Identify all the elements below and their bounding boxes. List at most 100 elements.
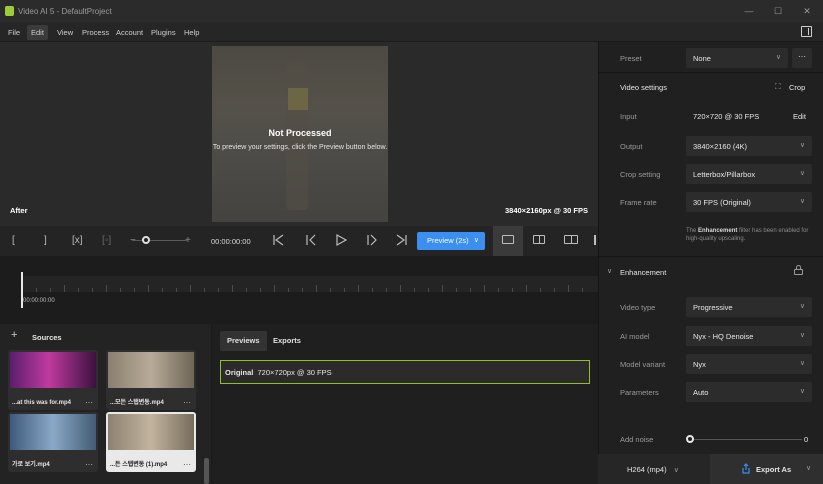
side-by-side-view-icon[interactable] xyxy=(564,235,578,244)
more-options-icon[interactable]: ··· xyxy=(85,398,93,407)
chevron-down-icon: ∨ xyxy=(799,142,805,149)
output-select[interactable]: 3840×2160 (4K) ∨ xyxy=(686,136,812,156)
not-processed-title: Not Processed xyxy=(268,128,332,138)
zoom-out-button[interactable]: − xyxy=(130,234,136,248)
menu-help[interactable]: Help xyxy=(180,25,203,40)
video-type-select[interactable]: Progressive ∨ xyxy=(686,297,812,317)
enhancement-title: Enhancement xyxy=(620,268,667,277)
frame-rate-select[interactable]: 30 FPS (Original) ∨ xyxy=(686,192,812,212)
mark-segment-button[interactable]: [◦] xyxy=(102,234,111,248)
add-source-button[interactable]: + xyxy=(11,329,17,341)
source-thumbnail xyxy=(108,414,194,450)
single-view-icon xyxy=(502,235,514,244)
maximize-button[interactable]: ☐ xyxy=(771,5,785,17)
crop-setting-label: Crop setting xyxy=(620,170,661,179)
menu-file[interactable]: File xyxy=(4,25,24,40)
chevron-down-icon[interactable]: ∨ xyxy=(806,464,811,472)
chevron-down-icon: ∨ xyxy=(799,198,805,205)
not-processed-hint: To preview your settings, click the Prev… xyxy=(212,144,388,151)
model-variant-select[interactable]: Nyx ∨ xyxy=(686,354,812,374)
video-type-label: Video type xyxy=(620,303,656,312)
transport-buttons xyxy=(273,233,407,247)
chevron-down-icon: ∨ xyxy=(799,303,805,310)
source-item-selected[interactable]: ...든 스탭변동 (1).mp4 ··· xyxy=(106,412,196,472)
export-as-button[interactable]: Export As ∨ xyxy=(710,454,823,484)
ai-model-select[interactable]: Nyx - HQ Denoise ∨ xyxy=(686,326,812,346)
chevron-down-icon: ∨ xyxy=(673,467,679,474)
preset-value: None xyxy=(693,54,711,63)
zoom-in-button[interactable]: + xyxy=(185,234,191,248)
source-item[interactable]: ...at this was for.mp4 ··· xyxy=(8,350,98,410)
chevron-down-icon: ∨ xyxy=(775,54,781,61)
mark-in-button[interactable]: [ xyxy=(12,234,15,248)
crop-setting-select[interactable]: Letterbox/Pillarbox ∨ xyxy=(686,164,812,184)
close-button[interactable]: ✕ xyxy=(800,5,814,17)
input-label: Input xyxy=(620,112,637,121)
chevron-down-icon: ∨ xyxy=(473,237,479,244)
next-frame-icon[interactable] xyxy=(367,234,377,246)
clear-marks-button[interactable]: [x] xyxy=(72,234,83,248)
menu-account[interactable]: Account xyxy=(112,25,147,40)
split-view-icon[interactable] xyxy=(533,235,545,244)
timeline-ruler[interactable] xyxy=(22,276,598,292)
more-options-icon[interactable]: ··· xyxy=(183,398,191,407)
tab-exports[interactable]: Exports xyxy=(266,331,308,351)
go-to-start-icon[interactable] xyxy=(273,234,284,246)
source-item[interactable]: 가로 보기.mp4 ··· xyxy=(8,412,98,472)
add-noise-slider-track[interactable] xyxy=(690,439,802,440)
more-options-icon[interactable]: ··· xyxy=(85,460,93,469)
go-to-end-icon[interactable] xyxy=(396,234,407,246)
settings-panel xyxy=(598,42,823,484)
source-filename: ...모든 스탭변동.mp4 xyxy=(110,400,164,406)
mark-out-button[interactable]: ] xyxy=(44,234,47,248)
zoom-slider-handle[interactable] xyxy=(142,236,150,244)
lock-icon[interactable] xyxy=(794,265,803,275)
input-edit-button[interactable]: Edit xyxy=(793,112,806,121)
source-thumbnail xyxy=(10,352,96,388)
video-settings-title: Video settings xyxy=(620,83,667,92)
source-filename: 가로 보기.mp4 xyxy=(12,462,50,468)
codec-select[interactable]: H264 (mp4) ∨ xyxy=(627,465,679,474)
more-options-icon[interactable]: ··· xyxy=(183,460,191,469)
toggle-panel-icon[interactable] xyxy=(801,26,812,37)
output-resolution-label: 3840×2160px @ 30 FPS xyxy=(505,206,588,215)
window-title: Video AI 5 - DefaultProject xyxy=(18,7,112,16)
frame-rate-value: 30 FPS (Original) xyxy=(693,198,751,207)
collapse-chevron-icon[interactable]: ∨ xyxy=(607,267,612,275)
output-value: 3840×2160 (4K) xyxy=(693,142,748,151)
title-bar: Video AI 5 - DefaultProject — ☐ ✕ xyxy=(0,0,823,22)
timeline-timecode: 00:00:00:00 xyxy=(23,298,55,304)
preview-button[interactable]: Preview (2s) ∨ xyxy=(417,232,485,250)
source-thumbnail xyxy=(108,352,194,388)
preview-row-detail: 720×720px @ 30 FPS xyxy=(257,368,332,377)
parameters-select[interactable]: Auto ∨ xyxy=(686,382,812,402)
sources-scrollbar[interactable] xyxy=(204,458,209,484)
source-filename: ...at this was for.mp4 xyxy=(12,400,72,406)
add-noise-slider-handle[interactable] xyxy=(686,435,694,443)
divider xyxy=(598,256,823,257)
preview-row[interactable]: Original 720×720px @ 30 FPS xyxy=(220,360,590,384)
minimize-button[interactable]: — xyxy=(742,5,756,17)
chevron-down-icon: ∨ xyxy=(799,170,805,177)
source-item[interactable]: ...모든 스탭변동.mp4 ··· xyxy=(106,350,196,410)
ai-model-value: Nyx - HQ Denoise xyxy=(693,332,754,341)
menu-plugins[interactable]: Plugins xyxy=(147,25,180,40)
model-variant-label: Model variant xyxy=(620,360,666,369)
crop-button[interactable]: Crop xyxy=(789,83,805,92)
preset-select[interactable]: None ∨ xyxy=(686,48,788,68)
codec-value: H264 (mp4) xyxy=(627,465,667,474)
ai-model-label: AI model xyxy=(620,332,650,341)
more-view-modes-icon[interactable] xyxy=(594,235,596,245)
menu-edit[interactable]: Edit xyxy=(27,25,48,40)
menu-view[interactable]: View xyxy=(53,25,77,40)
menu-process[interactable]: Process xyxy=(78,25,113,40)
play-icon[interactable] xyxy=(336,233,348,247)
source-filename: ...든 스탭변동 (1).mp4 xyxy=(110,462,168,468)
chevron-down-icon: ∨ xyxy=(799,360,805,367)
tab-previews[interactable]: Previews xyxy=(220,331,267,351)
zoom-slider-track[interactable] xyxy=(132,240,187,241)
crop-setting-value: Letterbox/Pillarbox xyxy=(693,170,756,179)
parameters-value: Auto xyxy=(693,388,709,397)
preset-more-button[interactable]: ··· xyxy=(792,48,812,68)
previous-frame-icon[interactable] xyxy=(306,234,316,246)
